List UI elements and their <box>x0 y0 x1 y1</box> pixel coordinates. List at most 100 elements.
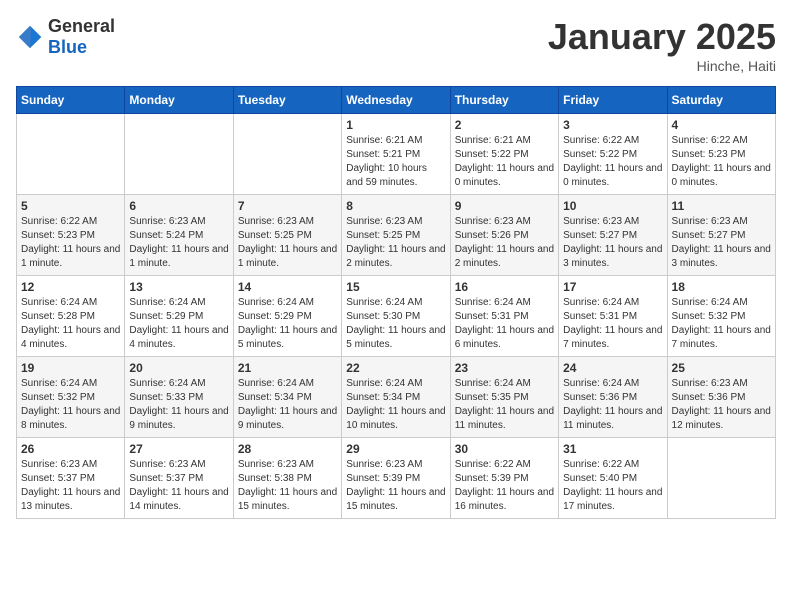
logo-blue-text: Blue <box>48 37 87 57</box>
day-number: 28 <box>238 442 337 456</box>
calendar-cell: 30Sunrise: 6:22 AM Sunset: 5:39 PM Dayli… <box>450 438 558 519</box>
weekday-header-row: SundayMondayTuesdayWednesdayThursdayFrid… <box>17 87 776 114</box>
day-info: Sunrise: 6:23 AM Sunset: 5:36 PM Dayligh… <box>672 377 771 433</box>
day-number: 20 <box>129 361 228 375</box>
day-number: 14 <box>238 280 337 294</box>
day-info: Sunrise: 6:23 AM Sunset: 5:25 PM Dayligh… <box>238 215 337 271</box>
calendar-week-row: 1 Sunrise: 6:21 AM Sunset: 5:21 PM Daylig… <box>17 114 776 195</box>
day-info: Sunrise: 6:24 AM Sunset: 5:34 PM Dayligh… <box>238 377 337 433</box>
day-info: Sunrise: 6:23 AM Sunset: 5:25 PM Dayligh… <box>346 215 445 271</box>
calendar-cell: 9 Sunrise: 6:23 AM Sunset: 5:26 PM Daylig… <box>450 195 558 276</box>
calendar-cell: 4 Sunrise: 6:22 AM Sunset: 5:23 PM Daylig… <box>667 114 775 195</box>
day-info: Sunrise: 6:23 AM Sunset: 5:26 PM Dayligh… <box>455 215 554 271</box>
location-text: Hinche, Haiti <box>548 58 776 74</box>
calendar-cell: 18 Sunrise: 6:24 AM Sunset: 5:32 PM Dayli… <box>667 276 775 357</box>
weekday-header-wednesday: Wednesday <box>342 87 450 114</box>
calendar-week-row: 5Sunrise: 6:22 AM Sunset: 5:23 PM Daylig… <box>17 195 776 276</box>
calendar-cell: 6Sunrise: 6:23 AM Sunset: 5:24 PM Daylig… <box>125 195 233 276</box>
day-info: Sunrise: 6:23 AM Sunset: 5:39 PM Dayligh… <box>346 458 445 514</box>
day-number: 7 <box>238 199 337 213</box>
calendar-cell: 20 Sunrise: 6:24 AM Sunset: 5:33 PM Dayli… <box>125 357 233 438</box>
day-number: 17 <box>563 280 662 294</box>
day-number: 15 <box>346 280 445 294</box>
day-info: Sunrise: 6:24 AM Sunset: 5:28 PM Dayligh… <box>21 296 120 352</box>
day-number: 4 <box>672 118 771 132</box>
calendar-week-row: 26 Sunrise: 6:23 AM Sunset: 5:37 PM Dayli… <box>17 438 776 519</box>
day-number: 1 <box>346 118 445 132</box>
calendar-cell: 16 Sunrise: 6:24 AM Sunset: 5:31 PM Dayli… <box>450 276 558 357</box>
month-title: January 2025 <box>548 16 776 58</box>
day-number: 3 <box>563 118 662 132</box>
calendar-cell: 1 Sunrise: 6:21 AM Sunset: 5:21 PM Daylig… <box>342 114 450 195</box>
day-info: Sunrise: 6:21 AM Sunset: 5:21 PM Dayligh… <box>346 134 445 190</box>
day-number: 26 <box>21 442 120 456</box>
calendar-cell: 8 Sunrise: 6:23 AM Sunset: 5:25 PM Daylig… <box>342 195 450 276</box>
calendar-cell <box>125 114 233 195</box>
day-info: Sunrise: 6:23 AM Sunset: 5:37 PM Dayligh… <box>21 458 120 514</box>
day-info: Sunrise: 6:24 AM Sunset: 5:33 PM Dayligh… <box>129 377 228 433</box>
calendar-cell: 22 Sunrise: 6:24 AM Sunset: 5:34 PM Dayli… <box>342 357 450 438</box>
calendar-week-row: 19 Sunrise: 6:24 AM Sunset: 5:32 PM Dayli… <box>17 357 776 438</box>
day-number: 19 <box>21 361 120 375</box>
calendar-cell <box>233 114 341 195</box>
day-number: 12 <box>21 280 120 294</box>
day-number: 23 <box>455 361 554 375</box>
day-info: Sunrise: 6:22 AM Sunset: 5:23 PM Dayligh… <box>672 134 771 190</box>
day-info: Sunrise: 6:24 AM Sunset: 5:31 PM Dayligh… <box>563 296 662 352</box>
day-number: 29 <box>346 442 445 456</box>
weekday-header-saturday: Saturday <box>667 87 775 114</box>
day-info: Sunrise: 6:24 AM Sunset: 5:35 PM Dayligh… <box>455 377 554 433</box>
day-info: Sunrise: 6:22 AM Sunset: 5:40 PM Dayligh… <box>563 458 662 514</box>
calendar-cell: 11 Sunrise: 6:23 AM Sunset: 5:27 PM Dayli… <box>667 195 775 276</box>
calendar-cell: 26 Sunrise: 6:23 AM Sunset: 5:37 PM Dayli… <box>17 438 125 519</box>
day-number: 11 <box>672 199 771 213</box>
calendar-cell <box>17 114 125 195</box>
day-number: 22 <box>346 361 445 375</box>
day-info: Sunrise: 6:24 AM Sunset: 5:36 PM Dayligh… <box>563 377 662 433</box>
weekday-header-sunday: Sunday <box>17 87 125 114</box>
day-info: Sunrise: 6:23 AM Sunset: 5:38 PM Dayligh… <box>238 458 337 514</box>
day-info: Sunrise: 6:24 AM Sunset: 5:29 PM Dayligh… <box>238 296 337 352</box>
day-number: 30 <box>455 442 554 456</box>
calendar-cell: 7 Sunrise: 6:23 AM Sunset: 5:25 PM Daylig… <box>233 195 341 276</box>
day-info: Sunrise: 6:21 AM Sunset: 5:22 PM Dayligh… <box>455 134 554 190</box>
calendar-cell: 19 Sunrise: 6:24 AM Sunset: 5:32 PM Dayli… <box>17 357 125 438</box>
logo-general-text: General <box>48 16 115 36</box>
day-number: 16 <box>455 280 554 294</box>
calendar-week-row: 12 Sunrise: 6:24 AM Sunset: 5:28 PM Dayli… <box>17 276 776 357</box>
calendar-cell: 3 Sunrise: 6:22 AM Sunset: 5:22 PM Daylig… <box>559 114 667 195</box>
day-number: 10 <box>563 199 662 213</box>
calendar-cell: 27Sunrise: 6:23 AM Sunset: 5:37 PM Dayli… <box>125 438 233 519</box>
calendar-cell: 24 Sunrise: 6:24 AM Sunset: 5:36 PM Dayli… <box>559 357 667 438</box>
day-number: 5 <box>21 199 120 213</box>
day-info: Sunrise: 6:23 AM Sunset: 5:27 PM Dayligh… <box>563 215 662 271</box>
weekday-header-friday: Friday <box>559 87 667 114</box>
calendar-cell: 13Sunrise: 6:24 AM Sunset: 5:29 PM Dayli… <box>125 276 233 357</box>
day-info: Sunrise: 6:24 AM Sunset: 5:34 PM Dayligh… <box>346 377 445 433</box>
day-number: 18 <box>672 280 771 294</box>
day-info: Sunrise: 6:24 AM Sunset: 5:31 PM Dayligh… <box>455 296 554 352</box>
day-info: Sunrise: 6:24 AM Sunset: 5:29 PM Dayligh… <box>129 296 228 352</box>
day-info: Sunrise: 6:23 AM Sunset: 5:24 PM Dayligh… <box>129 215 228 271</box>
calendar-cell: 10 Sunrise: 6:23 AM Sunset: 5:27 PM Dayli… <box>559 195 667 276</box>
day-number: 9 <box>455 199 554 213</box>
calendar-cell: 17 Sunrise: 6:24 AM Sunset: 5:31 PM Dayli… <box>559 276 667 357</box>
calendar-cell: 12 Sunrise: 6:24 AM Sunset: 5:28 PM Dayli… <box>17 276 125 357</box>
day-info: Sunrise: 6:24 AM Sunset: 5:32 PM Dayligh… <box>21 377 120 433</box>
calendar-cell: 25Sunrise: 6:23 AM Sunset: 5:36 PM Dayli… <box>667 357 775 438</box>
logo: General Blue <box>16 16 115 58</box>
calendar-cell: 31 Sunrise: 6:22 AM Sunset: 5:40 PM Dayli… <box>559 438 667 519</box>
calendar-cell: 5Sunrise: 6:22 AM Sunset: 5:23 PM Daylig… <box>17 195 125 276</box>
day-number: 2 <box>455 118 554 132</box>
day-number: 24 <box>563 361 662 375</box>
day-number: 8 <box>346 199 445 213</box>
day-number: 27 <box>129 442 228 456</box>
calendar-cell <box>667 438 775 519</box>
day-info: Sunrise: 6:24 AM Sunset: 5:32 PM Dayligh… <box>672 296 771 352</box>
logo-icon <box>16 23 44 51</box>
calendar-table: SundayMondayTuesdayWednesdayThursdayFrid… <box>16 86 776 519</box>
day-number: 31 <box>563 442 662 456</box>
day-info: Sunrise: 6:23 AM Sunset: 5:27 PM Dayligh… <box>672 215 771 271</box>
day-info: Sunrise: 6:22 AM Sunset: 5:22 PM Dayligh… <box>563 134 662 190</box>
calendar-cell: 23 Sunrise: 6:24 AM Sunset: 5:35 PM Dayli… <box>450 357 558 438</box>
